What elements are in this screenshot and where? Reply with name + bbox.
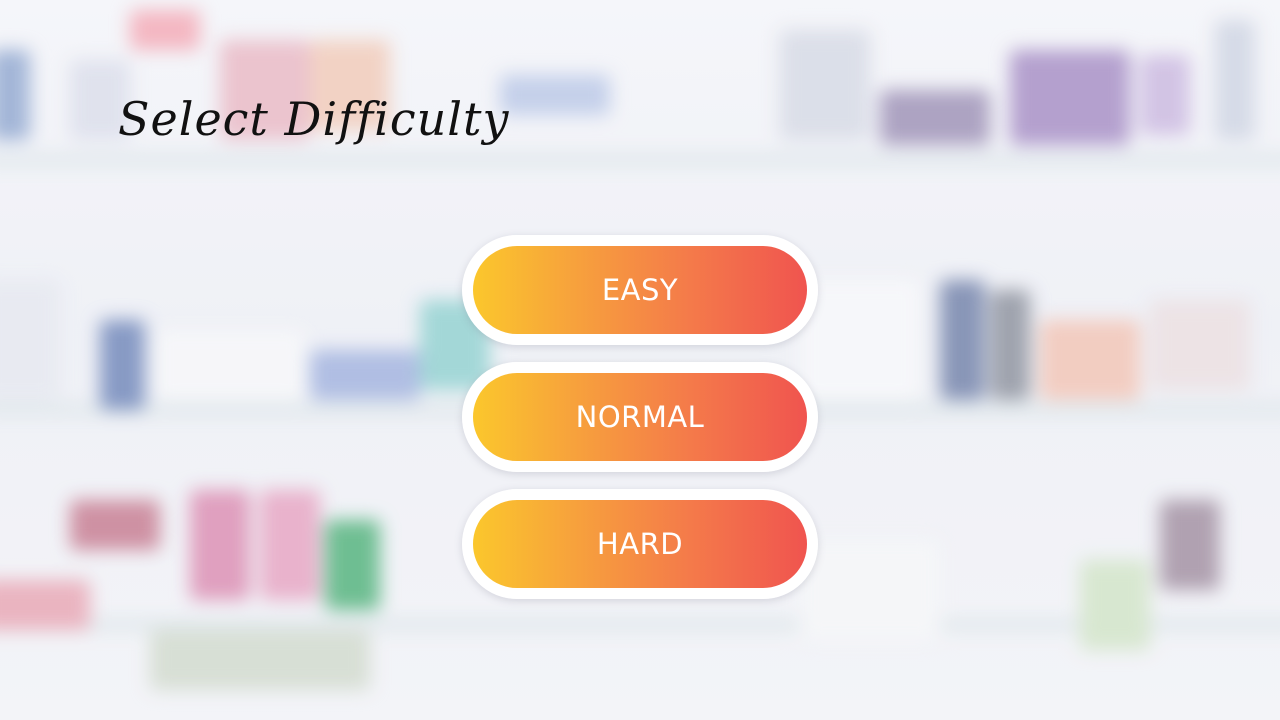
difficulty-menu: EASY NORMAL HARD [462, 235, 818, 599]
easy-button[interactable]: EASY [462, 235, 818, 345]
hard-button[interactable]: HARD [462, 489, 818, 599]
normal-button[interactable]: NORMAL [462, 362, 818, 472]
page-title: Select Difficulty [118, 92, 510, 146]
